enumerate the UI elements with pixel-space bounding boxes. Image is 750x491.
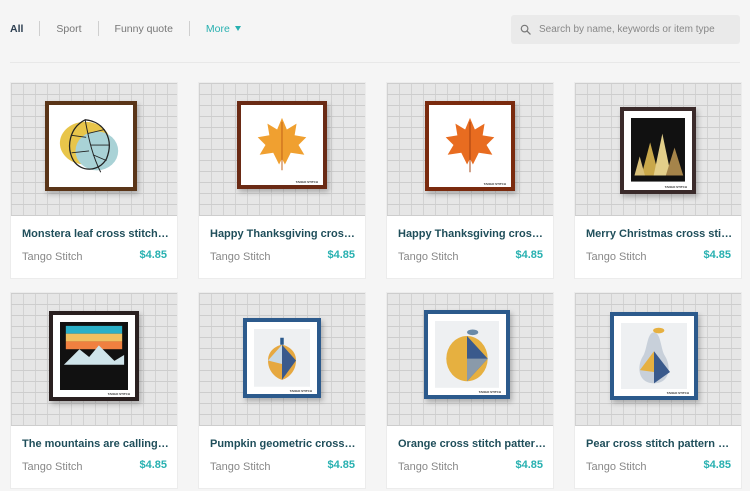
product-image[interactable]: TANGO STITCH: [11, 293, 177, 426]
filter-more-label: More: [205, 22, 230, 35]
product-price: $4.85: [515, 249, 543, 261]
category-filters: All Sport Funny quote More: [10, 21, 241, 36]
divider: [97, 21, 99, 36]
filter-more-dropdown[interactable]: More: [206, 23, 241, 35]
product-card[interactable]: TANGO STITCH Happy Thanksgiving cross ..…: [199, 83, 365, 278]
product-price: $4.85: [515, 459, 543, 471]
filter-funny-quote[interactable]: Funny quote: [115, 23, 173, 35]
brand-mark: TANGO STITCH: [664, 185, 687, 189]
product-image[interactable]: TANGO STITCH: [199, 83, 365, 216]
christmas-trees-artwork: [631, 118, 685, 182]
product-card[interactable]: TANGO STITCH Orange cross stitch pattern…: [387, 293, 553, 488]
product-price: $4.85: [139, 249, 167, 261]
picture-frame: TANGO STITCH: [425, 101, 515, 191]
shop-name[interactable]: Tango Stitch: [586, 461, 647, 473]
product-card[interactable]: TANGO STITCH Pear cross stitch pattern C…: [575, 293, 741, 488]
product-title[interactable]: Orange cross stitch pattern...: [398, 438, 546, 450]
product-title[interactable]: Pear cross stitch pattern C...: [586, 438, 734, 450]
product-title[interactable]: The mountains are calling c...: [22, 438, 170, 450]
picture-frame: TANGO STITCH: [620, 107, 696, 194]
maple-leaf-artwork: [436, 112, 504, 180]
product-price: $4.85: [327, 249, 355, 261]
pear-artwork: [621, 323, 687, 389]
filter-bar: All Sport Funny quote More: [0, 0, 750, 60]
product-title[interactable]: Merry Christmas cross stitc...: [586, 228, 734, 240]
shop-name[interactable]: Tango Stitch: [586, 251, 647, 263]
product-card[interactable]: Monstera leaf cross stitch p... Tango St…: [11, 83, 177, 278]
shop-name[interactable]: Tango Stitch: [210, 251, 271, 263]
shop-name[interactable]: Tango Stitch: [398, 251, 459, 263]
product-image[interactable]: TANGO STITCH: [575, 293, 741, 426]
product-image[interactable]: TANGO STITCH: [575, 83, 741, 216]
product-title[interactable]: Happy Thanksgiving cross ...: [398, 228, 546, 240]
mountains-artwork: [60, 322, 128, 390]
shop-name[interactable]: Tango Stitch: [22, 251, 83, 263]
brand-mark: TANGO STITCH: [666, 391, 689, 395]
pumpkin-artwork: [254, 329, 310, 387]
caret-down-icon: [234, 26, 241, 31]
shop-name[interactable]: Tango Stitch: [398, 461, 459, 473]
brand-mark: TANGO STITCH: [483, 182, 506, 186]
brand-mark: TANGO STITCH: [478, 390, 501, 394]
search-icon: [520, 24, 531, 35]
brand-mark: TANGO STITCH: [289, 389, 312, 393]
product-price: $4.85: [327, 459, 355, 471]
filter-sport[interactable]: Sport: [56, 23, 81, 35]
brand-mark: TANGO STITCH: [107, 392, 130, 396]
picture-frame: [45, 101, 137, 191]
product-card[interactable]: TANGO STITCH The mountains are calling c…: [11, 293, 177, 488]
picture-frame: TANGO STITCH: [49, 311, 139, 401]
product-image[interactable]: TANGO STITCH: [387, 83, 553, 216]
search-input[interactable]: [539, 24, 729, 35]
product-card[interactable]: TANGO STITCH Pumpkin geometric cross s..…: [199, 293, 365, 488]
maple-leaf-artwork: [248, 112, 316, 179]
shop-name[interactable]: Tango Stitch: [22, 461, 83, 473]
product-image[interactable]: TANGO STITCH: [387, 293, 553, 426]
filter-all[interactable]: All: [10, 23, 23, 35]
product-image[interactable]: [11, 83, 177, 216]
divider: [188, 21, 190, 36]
shop-name[interactable]: Tango Stitch: [210, 461, 271, 473]
divider: [10, 62, 740, 63]
product-title[interactable]: Happy Thanksgiving cross ...: [210, 228, 358, 240]
product-title[interactable]: Pumpkin geometric cross s...: [210, 438, 358, 450]
search-box[interactable]: [511, 15, 740, 44]
divider: [39, 21, 41, 36]
orange-artwork: [435, 321, 499, 388]
product-price: $4.85: [703, 459, 731, 471]
monstera-leaf-artwork: [56, 112, 126, 181]
product-card[interactable]: TANGO STITCH Happy Thanksgiving cross ..…: [387, 83, 553, 278]
picture-frame: TANGO STITCH: [424, 310, 510, 399]
product-title[interactable]: Monstera leaf cross stitch p...: [22, 228, 170, 240]
picture-frame: TANGO STITCH: [610, 312, 698, 400]
product-price: $4.85: [703, 249, 731, 261]
picture-frame: TANGO STITCH: [243, 318, 321, 398]
picture-frame: TANGO STITCH: [237, 101, 327, 189]
product-card[interactable]: TANGO STITCH Merry Christmas cross stitc…: [575, 83, 741, 278]
product-image[interactable]: TANGO STITCH: [199, 293, 365, 426]
brand-mark: TANGO STITCH: [295, 180, 318, 184]
product-price: $4.85: [139, 459, 167, 471]
